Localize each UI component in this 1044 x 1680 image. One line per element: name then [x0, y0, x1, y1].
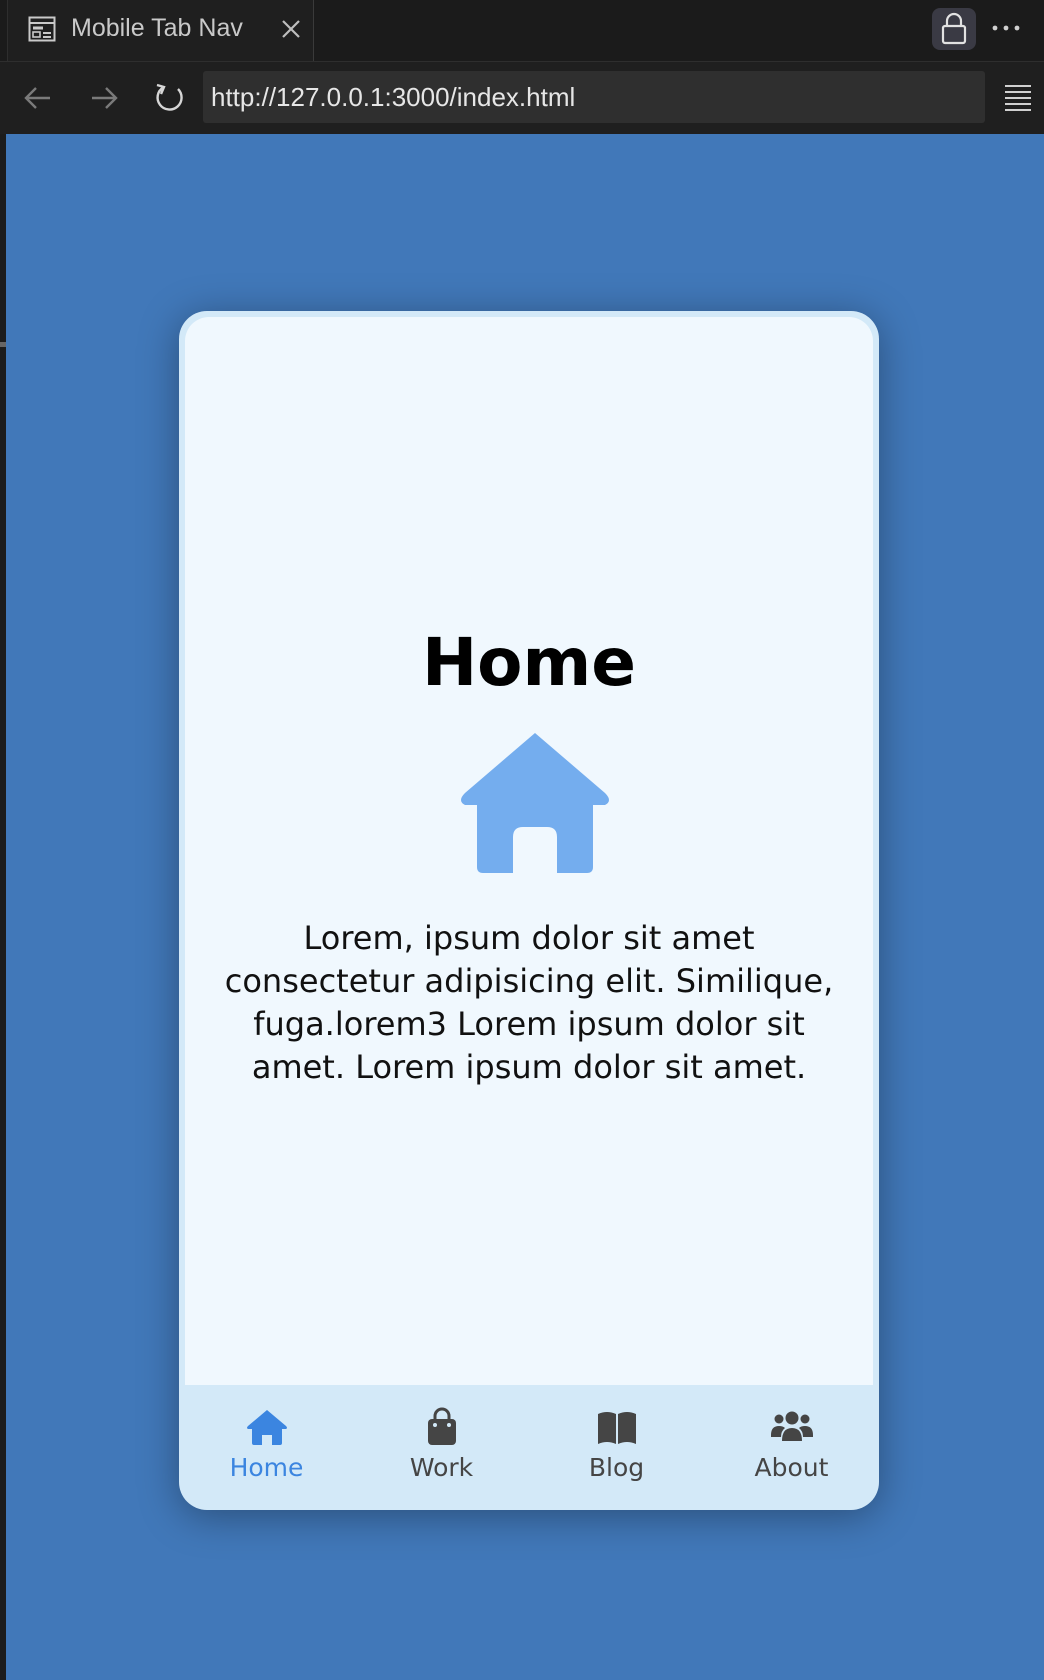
tab-title: Mobile Tab Nav — [71, 14, 243, 42]
briefcase-icon — [427, 1407, 456, 1445]
house-icon — [461, 733, 609, 873]
house-icon — [246, 1410, 287, 1445]
tab-blog[interactable]: Blog — [529, 1385, 704, 1510]
tab-strip: Mobile Tab Nav — [0, 0, 1044, 62]
body-paragraph: Lorem, ipsum dolor sit amet consectetur … — [224, 919, 834, 1086]
back-arrow-icon[interactable] — [18, 78, 58, 118]
page-viewport: Home Lorem, ipsum dolor sit amet consect… — [6, 134, 1044, 1680]
lock-icon — [941, 12, 967, 45]
tab-home[interactable]: Home — [179, 1385, 354, 1510]
tab-blog-label: Blog — [588, 1453, 645, 1482]
close-icon[interactable] — [278, 16, 304, 42]
tab-work[interactable]: Work — [354, 1385, 529, 1510]
tab-work-label: Work — [409, 1453, 474, 1482]
users-icon — [770, 1411, 813, 1441]
browser-window: Mobile Tab Nav http://127.0.0.1:3000/ind… — [0, 0, 1044, 1680]
lock-button[interactable] — [932, 8, 976, 50]
bottom-tab-nav: Home Work Blog About — [179, 1385, 879, 1510]
address-bar-row: http://127.0.0.1:3000/index.html — [0, 62, 1044, 134]
book-icon — [597, 1412, 636, 1444]
forward-arrow-icon[interactable] — [84, 78, 124, 118]
browser-tab[interactable]: Mobile Tab Nav — [7, 0, 314, 61]
tab-about[interactable]: About — [704, 1385, 879, 1510]
tab-home-label: Home — [229, 1453, 304, 1482]
page-title: Home — [421, 624, 637, 701]
more-options-icon[interactable] — [988, 10, 1024, 46]
menu-lines-icon[interactable] — [1000, 79, 1036, 115]
reload-icon[interactable] — [149, 78, 189, 118]
content-panel: Home Lorem, ipsum dolor sit amet consect… — [185, 317, 873, 1385]
url-text: http://127.0.0.1:3000/index.html — [211, 82, 576, 112]
url-bar[interactable]: http://127.0.0.1:3000/index.html — [203, 71, 985, 123]
tab-about-label: About — [754, 1453, 829, 1482]
page-preview-icon — [28, 16, 56, 42]
phone-card: Home Lorem, ipsum dolor sit amet consect… — [179, 311, 879, 1510]
